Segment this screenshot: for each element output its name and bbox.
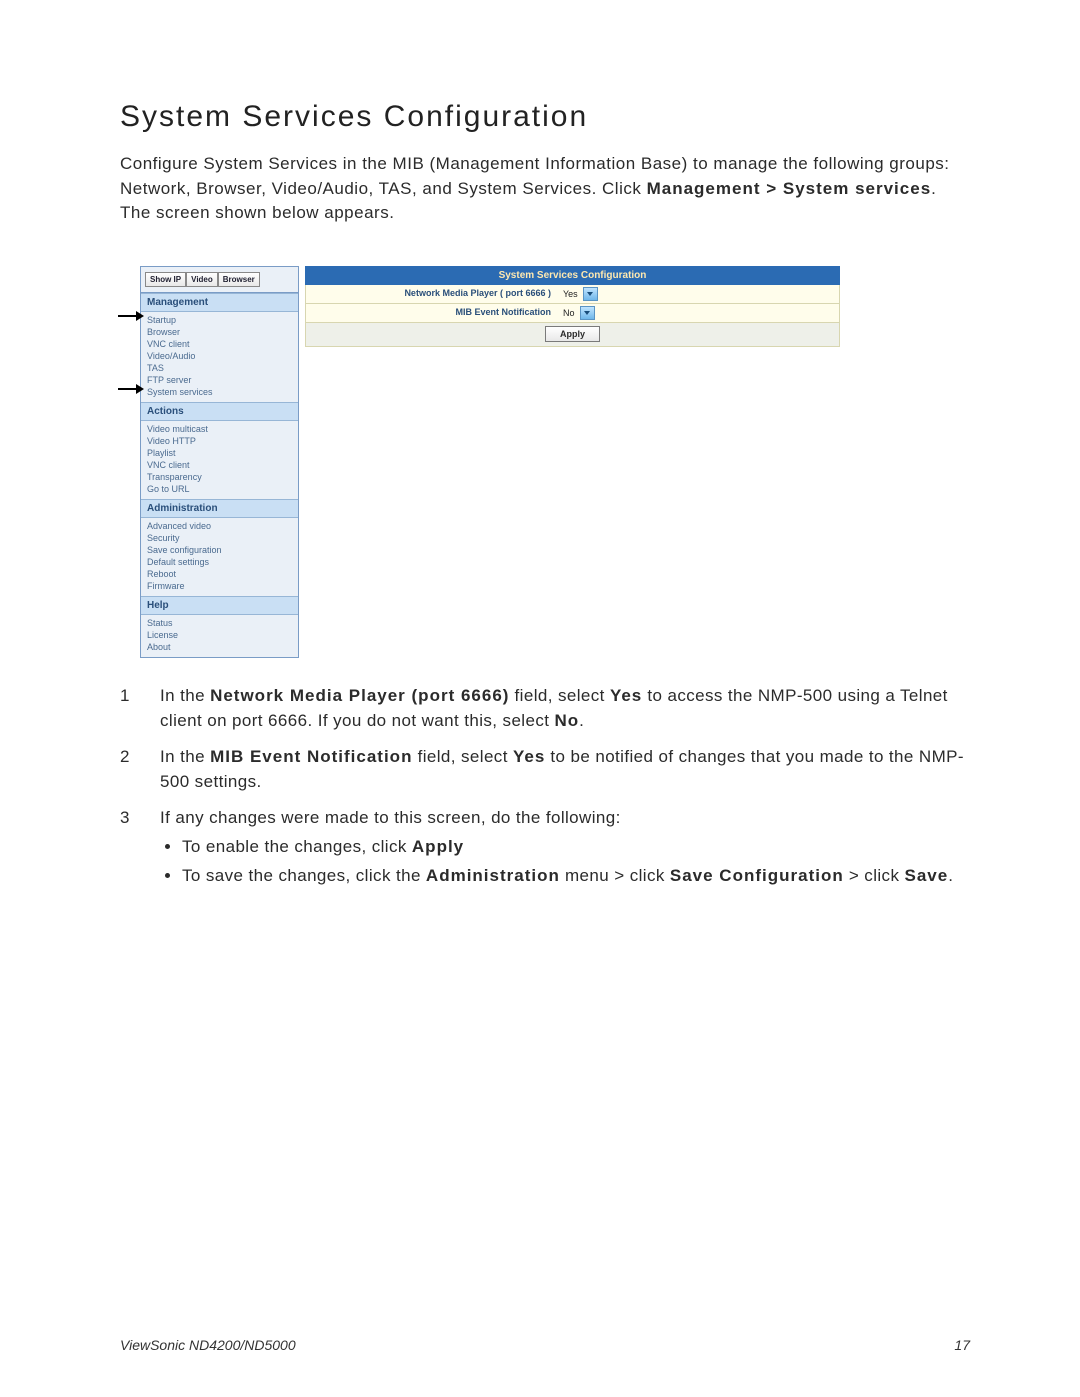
page-title: System Services Configuration xyxy=(120,100,970,134)
sidebar-item-system-services[interactable]: System services xyxy=(141,386,298,398)
arrow-system-services xyxy=(118,384,144,394)
main-panel-header: System Services Configuration xyxy=(305,266,840,285)
t: field, select xyxy=(509,686,610,705)
t: Yes xyxy=(513,747,545,766)
value-nmp: Yes xyxy=(563,289,581,299)
t: > click xyxy=(844,866,905,885)
step-number-3: 3 xyxy=(120,806,160,892)
t: No xyxy=(554,711,579,730)
apply-row: Apply xyxy=(305,323,840,347)
dropdown-mib[interactable] xyxy=(580,306,595,320)
t: MIB Event Notification xyxy=(210,747,412,766)
row-nmp: Network Media Player ( port 6666 ) Yes xyxy=(305,285,840,304)
row-mib: MIB Event Notification No xyxy=(305,304,840,323)
sidebar-item-video-audio[interactable]: Video/Audio xyxy=(141,350,298,362)
sidebar-item-startup[interactable]: Startup xyxy=(141,314,298,326)
page-footer: ViewSonic ND4200/ND5000 17 xyxy=(120,1337,970,1353)
t: Administration xyxy=(426,866,560,885)
sidebar-head-actions: Actions xyxy=(141,402,298,421)
footer-page-number: 17 xyxy=(954,1337,970,1353)
t: To enable the changes, click xyxy=(182,837,412,856)
sidebar-item-transparency[interactable]: Transparency xyxy=(141,471,298,483)
t: In the xyxy=(160,686,210,705)
value-mib: No xyxy=(563,308,578,318)
sidebar-item-reboot[interactable]: Reboot xyxy=(141,568,298,580)
arrow-management xyxy=(118,311,144,321)
step-1: In the Network Media Player (port 6666) … xyxy=(160,684,970,733)
sidebar-item-go-to-url[interactable]: Go to URL xyxy=(141,483,298,495)
t: . xyxy=(948,866,953,885)
intro-bold: Management > System services xyxy=(647,179,932,198)
embedded-screenshot: Show IP Video Browser Management Startup… xyxy=(140,266,970,658)
sidebar-item-license[interactable]: License xyxy=(141,629,298,641)
sidebar-item-browser[interactable]: Browser xyxy=(141,326,298,338)
tab-browser[interactable]: Browser xyxy=(218,272,260,287)
sidebar-item-playlist[interactable]: Playlist xyxy=(141,447,298,459)
t: To save the changes, click the xyxy=(182,866,426,885)
sidebar-item-video-multicast[interactable]: Video multicast xyxy=(141,423,298,435)
sidebar-item-vnc-client-2[interactable]: VNC client xyxy=(141,459,298,471)
step-2: In the MIB Event Notification field, sel… xyxy=(160,745,970,794)
sidebar-item-save-configuration[interactable]: Save configuration xyxy=(141,544,298,556)
step-number-1: 1 xyxy=(120,684,160,733)
sidebar: Show IP Video Browser Management Startup… xyxy=(140,266,299,658)
sidebar-head-management: Management xyxy=(141,293,298,312)
t: In the xyxy=(160,747,210,766)
chevron-down-icon xyxy=(587,292,593,296)
sidebar-head-administration: Administration xyxy=(141,499,298,518)
label-mib: MIB Event Notification xyxy=(306,304,557,322)
sidebar-item-vnc-client[interactable]: VNC client xyxy=(141,338,298,350)
sidebar-item-default-settings[interactable]: Default settings xyxy=(141,556,298,568)
sidebar-item-about[interactable]: About xyxy=(141,641,298,653)
chevron-down-icon xyxy=(584,311,590,315)
sidebar-item-tas[interactable]: TAS xyxy=(141,362,298,374)
label-nmp: Network Media Player ( port 6666 ) xyxy=(306,285,557,303)
t: . xyxy=(579,711,584,730)
bullet-1: To enable the changes, click Apply xyxy=(182,835,970,860)
sidebar-item-video-http[interactable]: Video HTTP xyxy=(141,435,298,447)
sidebar-item-security[interactable]: Security xyxy=(141,532,298,544)
sidebar-item-firmware[interactable]: Firmware xyxy=(141,580,298,592)
t: Yes xyxy=(610,686,642,705)
bullet-2: To save the changes, click the Administr… xyxy=(182,864,970,889)
step-3: If any changes were made to this screen,… xyxy=(160,806,970,892)
dropdown-nmp[interactable] xyxy=(583,287,598,301)
tab-video[interactable]: Video xyxy=(186,272,218,287)
sidebar-item-status[interactable]: Status xyxy=(141,617,298,629)
steps-list: 1 In the Network Media Player (port 6666… xyxy=(120,684,970,892)
main-panel: System Services Configuration Network Me… xyxy=(305,266,840,658)
sidebar-item-advanced-video[interactable]: Advanced video xyxy=(141,520,298,532)
t: If any changes were made to this screen,… xyxy=(160,808,621,827)
t: field, select xyxy=(412,747,513,766)
t: menu > click xyxy=(560,866,670,885)
t: Save Configuration xyxy=(670,866,844,885)
step-number-2: 2 xyxy=(120,745,160,794)
t: Network Media Player (port 6666) xyxy=(210,686,509,705)
sidebar-item-ftp-server[interactable]: FTP server xyxy=(141,374,298,386)
t: Save xyxy=(905,866,949,885)
footer-left: ViewSonic ND4200/ND5000 xyxy=(120,1337,296,1353)
apply-button[interactable]: Apply xyxy=(545,326,600,342)
t: Apply xyxy=(412,837,464,856)
sidebar-head-help: Help xyxy=(141,596,298,615)
intro-paragraph: Configure System Services in the MIB (Ma… xyxy=(120,152,970,226)
sidebar-tabs: Show IP Video Browser xyxy=(141,267,298,293)
tab-show-ip[interactable]: Show IP xyxy=(145,272,186,287)
